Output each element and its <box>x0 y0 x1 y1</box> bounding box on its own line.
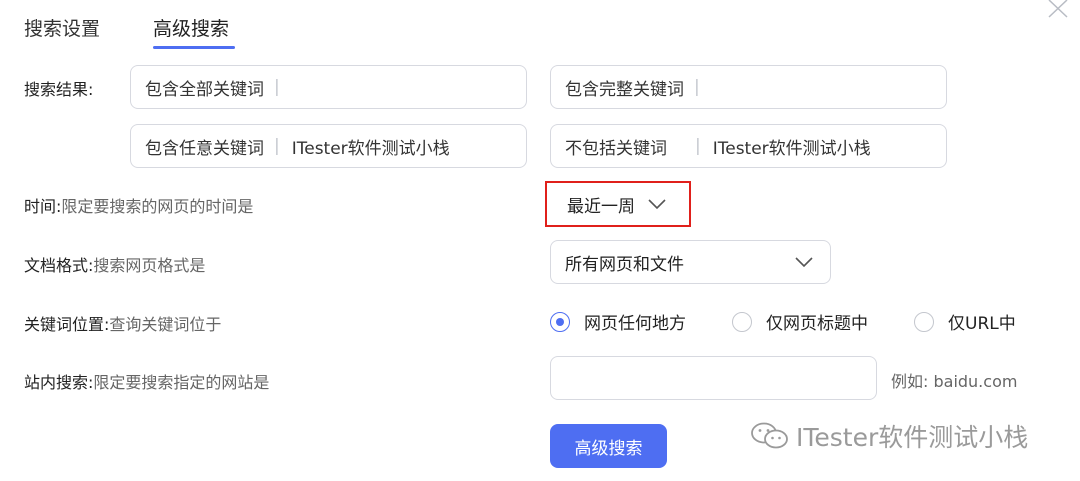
radio-anywhere-label: 网页任何地方 <box>584 314 686 334</box>
radio-url-only[interactable]: 仅URL中 <box>914 309 1016 334</box>
exact-phrase-input[interactable]: 包含完整关键词 | <box>550 65 947 109</box>
keyword-position-description: 查询关键词位于 <box>109 315 222 334</box>
wechat-icon <box>751 422 788 449</box>
any-keywords-value: ITester软件测试小栈 <box>291 138 450 159</box>
document-format-select[interactable]: 所有网页和文件 <box>550 240 831 284</box>
format-row-label: 文档格式:搜索网页格式是 <box>24 252 205 276</box>
tab-advanced-search[interactable]: 高级搜索 <box>153 14 229 41</box>
radio-title-only-label: 仅网页标题中 <box>766 314 868 334</box>
time-description: 限定要搜索的网页的时间是 <box>61 197 254 216</box>
advanced-search-button[interactable]: 高级搜索 <box>550 424 667 468</box>
site-search-input[interactable] <box>550 356 877 400</box>
exclude-keywords-input[interactable]: 不包括关键词 | ITester软件测试小栈 <box>550 124 947 168</box>
search-results-label: 搜索结果: <box>24 80 94 99</box>
exact-phrase-label: 包含完整关键词 <box>565 79 684 100</box>
input-divider: | <box>695 136 701 156</box>
watermark-text: ITester软件测试小栈 <box>796 423 1029 452</box>
chevron-down-icon <box>795 257 813 268</box>
site-search-label: 站内搜索: <box>24 373 94 392</box>
radio-anywhere[interactable]: 网页任何地方 <box>550 309 686 334</box>
any-keywords-label: 包含任意关键词 <box>145 138 264 159</box>
site-search-row-label: 站内搜索:限定要搜索指定的网站是 <box>24 369 269 393</box>
chevron-down-icon <box>648 199 666 210</box>
input-divider: | <box>274 77 280 97</box>
exclude-keywords-label: 不包括关键词 <box>565 138 667 159</box>
time-range-value: 最近一周 <box>567 196 635 217</box>
format-description: 搜索网页格式是 <box>93 256 206 275</box>
radio-unchecked-icon <box>732 311 752 332</box>
document-format-value: 所有网页和文件 <box>565 254 684 275</box>
any-keywords-input[interactable]: 包含任意关键词 | ITester软件测试小栈 <box>130 124 527 168</box>
input-divider: | <box>694 77 700 97</box>
time-label: 时间: <box>24 197 62 216</box>
keyword-position-row-label: 关键词位置:查询关键词位于 <box>24 311 221 335</box>
format-label: 文档格式: <box>24 256 94 275</box>
input-divider: | <box>274 136 280 156</box>
close-icon[interactable] <box>1045 0 1069 18</box>
radio-url-only-label: 仅URL中 <box>948 314 1016 334</box>
active-tab-indicator <box>153 46 235 49</box>
all-keywords-label: 包含全部关键词 <box>145 79 264 100</box>
tab-search-settings[interactable]: 搜索设置 <box>24 14 100 41</box>
keyword-position-label: 关键词位置: <box>24 315 110 334</box>
exclude-keywords-value: ITester软件测试小栈 <box>712 138 871 159</box>
radio-checked-icon <box>550 311 570 332</box>
site-search-description: 限定要搜索指定的网站是 <box>93 373 270 392</box>
all-keywords-input[interactable]: 包含全部关键词 | <box>130 65 527 109</box>
time-range-select[interactable]: 最近一周 <box>545 181 691 227</box>
radio-title-only[interactable]: 仅网页标题中 <box>732 309 868 334</box>
site-search-example: 例如: baidu.com <box>891 372 1018 391</box>
wechat-watermark: ITester软件测试小栈 <box>750 418 1028 454</box>
time-row-label: 时间:限定要搜索的网页的时间是 <box>24 193 253 217</box>
radio-unchecked-icon <box>914 311 934 332</box>
